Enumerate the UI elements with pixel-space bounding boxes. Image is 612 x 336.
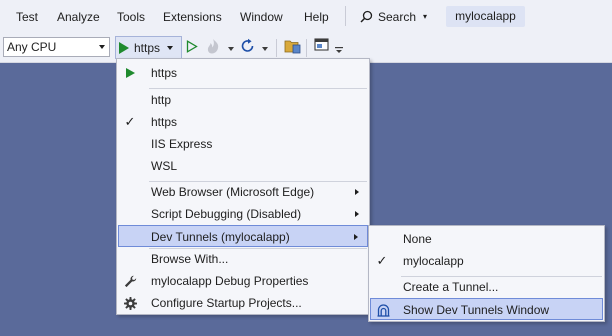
- menu-item-label: Script Debugging (Disabled): [151, 207, 302, 221]
- search-icon: [360, 10, 373, 23]
- gear-icon: [123, 296, 137, 310]
- menu-item-profile-iis-express[interactable]: IIS Express: [118, 133, 368, 155]
- menu-item-profile-http[interactable]: http: [118, 89, 368, 111]
- toolbar-overflow-icon[interactable]: [335, 47, 343, 53]
- checkmark-icon: ✓: [376, 253, 388, 268]
- chevron-down-icon[interactable]: [262, 47, 268, 51]
- play-icon: [119, 41, 129, 54]
- run-profile-menu: https http ✓ https IIS Express WSL Web B…: [116, 58, 370, 315]
- menu-analyze[interactable]: Analyze: [57, 9, 100, 25]
- menu-window[interactable]: Window: [240, 9, 283, 25]
- search-button[interactable]: Search ▾: [360, 8, 427, 25]
- menu-item-label: https: [151, 115, 178, 129]
- restart-icon[interactable]: [240, 38, 256, 54]
- menu-item-label: mylocalapp Debug Properties: [151, 274, 309, 288]
- menu-item-profile-wsl[interactable]: WSL: [118, 155, 368, 177]
- menu-item-browse-with[interactable]: Browse With...: [118, 248, 368, 270]
- menu-item-label: mylocalapp: [403, 254, 464, 268]
- play-icon: [123, 67, 137, 79]
- open-folder-icon[interactable]: [284, 39, 301, 54]
- menu-item-label: Browse With...: [151, 252, 229, 266]
- dev-tunnels-submenu: None ✓ mylocalapp Create a Tunnel... Sho…: [368, 225, 605, 322]
- menu-item-dev-tunnels[interactable]: Dev Tunnels (mylocalapp): [118, 225, 368, 247]
- menu-item-configure-startup[interactable]: Configure Startup Projects...: [118, 292, 368, 314]
- checkmark-icon: ✓: [124, 114, 136, 129]
- toolbar-separator: [276, 39, 277, 57]
- wrench-icon: [123, 275, 137, 287]
- menu-item-debug-properties[interactable]: mylocalapp Debug Properties: [118, 270, 368, 292]
- chevron-down-icon: ▾: [423, 12, 428, 21]
- platform-combo[interactable]: Any CPU: [3, 37, 110, 57]
- hot-reload-icon[interactable]: [206, 38, 221, 55]
- menu-item-label: Web Browser (Microsoft Edge): [151, 185, 315, 199]
- solution-name[interactable]: mylocalapp: [446, 6, 525, 27]
- chevron-down-icon[interactable]: [228, 47, 234, 51]
- menu-item-script-debugging[interactable]: Script Debugging (Disabled): [118, 203, 368, 225]
- menu-test[interactable]: Test: [16, 9, 38, 25]
- menu-item-label: Configure Startup Projects...: [151, 296, 302, 310]
- menu-item-label: IIS Express: [151, 137, 213, 151]
- chevron-down-icon: [99, 45, 105, 49]
- chevron-right-icon: [354, 234, 358, 240]
- menu-item-label: https: [151, 66, 178, 80]
- menu-tools[interactable]: Tools: [117, 9, 145, 25]
- menu-item-show-dev-tunnels-window[interactable]: Show Dev Tunnels Window: [370, 298, 603, 320]
- chevron-right-icon: [355, 189, 359, 195]
- chevron-down-icon[interactable]: [167, 45, 174, 50]
- menu-item-create-tunnel[interactable]: Create a Tunnel...: [370, 276, 603, 298]
- menu-item-label: Dev Tunnels (mylocalapp): [151, 230, 290, 244]
- run-profile-label: https: [134, 40, 161, 55]
- search-label: Search: [378, 9, 417, 24]
- menu-item-tunnel-none[interactable]: None: [370, 228, 603, 250]
- platform-value: Any CPU: [7, 40, 57, 54]
- toolbar-separator: [306, 39, 307, 57]
- menu-item-label: Show Dev Tunnels Window: [403, 303, 550, 317]
- chevron-right-icon: [355, 211, 359, 217]
- menu-item-start-https[interactable]: https: [118, 62, 368, 84]
- menu-help[interactable]: Help: [304, 9, 329, 25]
- menu-bar: Test Analyze Tools Extensions Window Hel…: [0, 0, 612, 33]
- dev-tunnels-icon: [376, 303, 390, 317]
- browser-window-icon[interactable]: [314, 38, 330, 53]
- menu-extensions[interactable]: Extensions: [163, 9, 222, 25]
- menu-separator: [345, 6, 346, 26]
- menu-item-label: WSL: [151, 159, 178, 173]
- menu-item-label: Create a Tunnel...: [403, 280, 499, 294]
- menu-item-web-browser[interactable]: Web Browser (Microsoft Edge): [118, 181, 368, 203]
- start-without-debugging-icon[interactable]: [186, 40, 198, 53]
- menu-item-label: http: [151, 93, 172, 107]
- start-debugging-button[interactable]: https: [115, 36, 182, 59]
- menu-item-tunnel-mylocalapp[interactable]: ✓ mylocalapp: [370, 250, 603, 272]
- menu-item-label: None: [403, 232, 432, 246]
- menu-item-profile-https[interactable]: ✓ https: [118, 111, 368, 133]
